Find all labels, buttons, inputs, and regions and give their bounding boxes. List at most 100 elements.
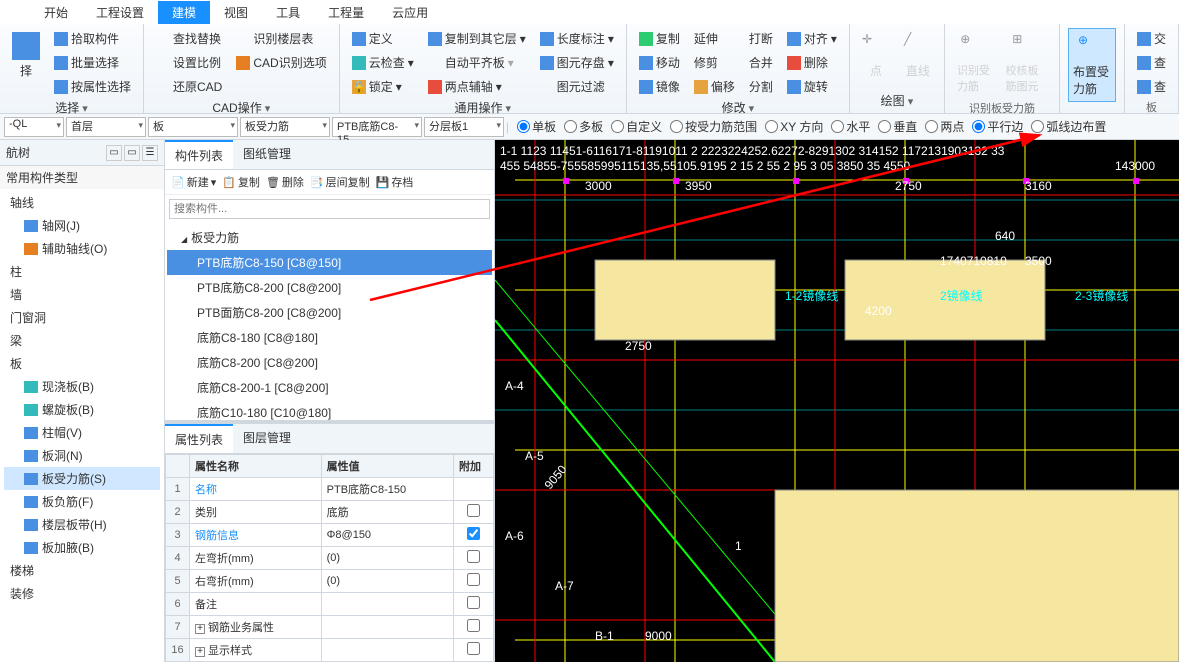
nav-item[interactable]: 板受力筋(S)	[4, 467, 160, 490]
prop-name[interactable]: +显示样式	[190, 639, 322, 662]
nav-group[interactable]: 墙	[4, 283, 160, 306]
identify-floor-table[interactable]: 识别楼层表	[232, 28, 330, 49]
tab-tools[interactable]: 工具	[262, 1, 314, 24]
find-replace[interactable]: 查找替换	[152, 28, 226, 49]
radio-single[interactable]: 单板	[517, 118, 556, 135]
filter-element[interactable]: 图元过滤	[536, 76, 618, 97]
nav-item[interactable]: 板负筋(F)	[4, 490, 160, 513]
prop-chk[interactable]	[467, 550, 480, 563]
nav-group[interactable]: 板	[4, 352, 160, 375]
nav-item[interactable]: 螺旋板(B)	[4, 398, 160, 421]
nav-item[interactable]: 板加腋(B)	[4, 536, 160, 559]
line-tool[interactable]: ╱直线	[900, 28, 936, 83]
split[interactable]: 分割	[745, 76, 777, 97]
comp-item[interactable]: 底筋C8-180 [C8@180]	[167, 325, 492, 350]
copy[interactable]: 复制	[635, 28, 684, 49]
nav-item[interactable]: 板洞(N)	[4, 444, 160, 467]
prop-chk[interactable]	[467, 573, 480, 586]
nav-group[interactable]: 柱	[4, 260, 160, 283]
radio-range[interactable]: 按受力筋范围	[670, 118, 757, 135]
nav-item[interactable]: 轴网(J)	[4, 214, 160, 237]
comp-item[interactable]: 底筋C8-200-1 [C8@200]	[167, 375, 492, 400]
rotate[interactable]: 旋转	[783, 76, 841, 97]
comp-parent[interactable]: 板受力筋	[167, 225, 492, 250]
tab-start[interactable]: 开始	[30, 1, 82, 24]
select-button[interactable]: 择	[8, 28, 44, 97]
auto-align[interactable]: 自动平齐板 ▾	[424, 52, 530, 73]
prop-value[interactable]	[321, 639, 453, 662]
check1[interactable]: 查	[1133, 52, 1170, 73]
delete[interactable]: 删除	[783, 52, 841, 73]
radio-vert[interactable]: 垂直	[878, 118, 917, 135]
prop-name[interactable]: 类别	[190, 501, 322, 524]
break[interactable]: 打断	[745, 28, 777, 49]
pick-component[interactable]: 拾取构件	[50, 28, 135, 49]
nav-ico-3[interactable]: ☰	[142, 145, 158, 161]
merge[interactable]: 合并	[745, 52, 777, 73]
identify-rebar[interactable]: ⊕识别受力筋	[953, 28, 996, 98]
radio-horiz[interactable]: 水平	[831, 118, 870, 135]
tab-layer-mgmt[interactable]: 图层管理	[233, 424, 301, 453]
nav-item[interactable]: 柱帽(V)	[4, 421, 160, 444]
radio-xy[interactable]: XY 方向	[765, 118, 823, 135]
copy-to-floor[interactable]: 复制到其它层 ▾	[424, 28, 530, 49]
comp-item[interactable]: PTB底筋C8-200 [C8@200]	[167, 275, 492, 300]
cad-options[interactable]: CAD识别选项	[232, 52, 330, 73]
cloud-check[interactable]: 云检查 ▾	[348, 52, 418, 73]
drawing-viewport[interactable]: 640 3500 1740710810 1-2镜像线 2镜像线 2-3镜像线 4…	[495, 140, 1179, 662]
prop-value[interactable]	[321, 616, 453, 639]
two-point-axis[interactable]: 两点辅轴 ▾	[424, 76, 530, 97]
prop-chk[interactable]	[467, 527, 480, 540]
radio-arc[interactable]: 弧线边布置	[1031, 118, 1106, 135]
dd-type[interactable]: 板受力筋	[240, 117, 330, 137]
comp-item[interactable]: PTB底筋C8-150 [C8@150]	[167, 250, 492, 275]
trim[interactable]: 修剪	[690, 52, 739, 73]
prop-chk[interactable]	[467, 596, 480, 609]
prop-value[interactable]: 底筋	[321, 501, 453, 524]
btn-archive[interactable]: 💾存档	[376, 174, 414, 190]
check2[interactable]: 查	[1133, 76, 1170, 97]
radio-multi[interactable]: 多板	[564, 118, 603, 135]
restore-cad[interactable]: 还原CAD	[152, 76, 226, 97]
mirror[interactable]: 镜像	[635, 76, 684, 97]
tab-cloud[interactable]: 云应用	[378, 1, 442, 24]
radio-parallel[interactable]: 平行边	[972, 118, 1023, 135]
nav-item[interactable]: 楼层板带(H)	[4, 513, 160, 536]
prop-chk[interactable]	[467, 642, 480, 655]
prop-value[interactable]: PTB底筋C8-150	[321, 478, 453, 501]
prop-name[interactable]: 备注	[190, 593, 322, 616]
dd-ql[interactable]: -QL	[4, 117, 64, 137]
set-scale[interactable]: 设置比例	[152, 52, 226, 73]
nav-group[interactable]: 轴线	[4, 191, 160, 214]
comp-item[interactable]: 底筋C8-200 [C8@200]	[167, 350, 492, 375]
save-element[interactable]: 图元存盘 ▾	[536, 52, 618, 73]
select-by-prop[interactable]: 按属性选择	[50, 76, 135, 97]
extend[interactable]: 延伸	[690, 28, 739, 49]
dd-component[interactable]: PTB底筋C8-15	[332, 117, 422, 137]
dd-category[interactable]: 板	[148, 117, 238, 137]
btn-copy[interactable]: 📋复制	[222, 174, 260, 190]
nav-item[interactable]: 现浇板(B)	[4, 375, 160, 398]
nav-group[interactable]: 装修	[4, 582, 160, 605]
dd-floor[interactable]: 首层	[66, 117, 146, 137]
place-rebar[interactable]: ⊕布置受力筋	[1068, 28, 1116, 102]
btn-delete[interactable]: 🗑删除	[266, 174, 304, 190]
align[interactable]: 对齐 ▾	[783, 28, 841, 49]
length-dim[interactable]: 长度标注 ▾	[536, 28, 618, 49]
check-rebar[interactable]: ⊞校核板筋图元	[1002, 28, 1051, 98]
prop-chk[interactable]	[467, 504, 480, 517]
comp-item[interactable]: PTB面筋C8-200 [C8@200]	[167, 300, 492, 325]
tab-component-list[interactable]: 构件列表	[165, 140, 233, 169]
comp-item[interactable]: 底筋C10-180 [C10@180]	[167, 400, 492, 420]
cross[interactable]: 交	[1133, 28, 1170, 49]
nav-ico-1[interactable]: ▭	[106, 145, 122, 161]
lock[interactable]: 🔒锁定 ▾	[348, 76, 418, 97]
nav-group[interactable]: 梁	[4, 329, 160, 352]
prop-name[interactable]: +钢筋业务属性	[190, 616, 322, 639]
tab-view[interactable]: 视图	[210, 1, 262, 24]
tab-drawing-mgmt[interactable]: 图纸管理	[233, 140, 301, 169]
define[interactable]: 定义	[348, 28, 418, 49]
nav-ico-2[interactable]: ▭	[124, 145, 140, 161]
nav-group[interactable]: 楼梯	[4, 559, 160, 582]
move[interactable]: 移动	[635, 52, 684, 73]
